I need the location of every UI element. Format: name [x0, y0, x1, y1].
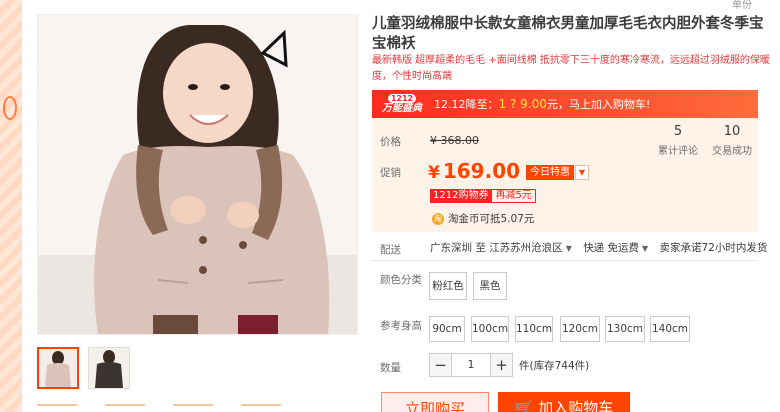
share-item[interactable] — [241, 404, 281, 412]
subtitle-red: 最新韩版 超厚超柔的毛毛 +面间线棉 抵抗零下三十度的寒冷寒流，远远超过羽绒服的… — [372, 55, 770, 82]
coupon-badge[interactable]: 1212购物券 再减5元 — [430, 189, 536, 203]
promo-prefix: 12.12降至： — [434, 98, 499, 111]
side-badge-icon — [3, 96, 17, 120]
promo-price: 1 ? 9.00 — [498, 97, 547, 111]
size-option-120[interactable]: 120cm — [560, 316, 600, 342]
original-price: ¥ 368.00 — [430, 134, 479, 147]
promo-logo-top: 1212 — [387, 93, 417, 103]
size-label: 参考身高 — [380, 320, 422, 332]
reviews-count: 5 — [673, 124, 683, 139]
caret-down-icon: ▼ — [642, 244, 649, 253]
size-option-110[interactable]: 110cm — [515, 316, 553, 342]
product-title: 儿童羽绒棉服中长款女童棉衣男童加厚毛毛衣内胆外套冬季宝宝棉袄 — [372, 16, 764, 52]
reviews-label: 累计评论 — [658, 146, 698, 157]
promo-text: 12.12降至：1 ? 9.00元，马上加入购物车! — [434, 96, 650, 112]
share-item[interactable] — [37, 404, 77, 412]
shipping-label: 配送 — [380, 244, 401, 256]
ship-to-label: 至 — [475, 242, 486, 254]
share-item[interactable] — [173, 404, 213, 412]
product-subtitle: 最新韩版 超厚超柔的毛毛 +面间线棉 抵抗零下三十度的寒冷寒流，远远超过羽绒服的… — [372, 53, 772, 85]
divider — [372, 260, 758, 261]
product-page: 单份 儿童羽绒棉服中长款女童棉衣男童加厚毛毛衣内胆外套冬季宝宝棉袄 最新韩版 超… — [0, 0, 780, 412]
share-item[interactable] — [105, 404, 145, 412]
size-option-90[interactable]: 90cm — [429, 316, 465, 342]
promo-suffix: 元，马上加入购物车! — [546, 98, 651, 111]
coin-icon: 淘 — [432, 212, 444, 225]
coupon-discount: 再减5元 — [491, 189, 536, 203]
sales-stat: 10 交易成功 — [702, 124, 762, 157]
thumbnail-strip — [37, 347, 130, 389]
quantity-increment-button[interactable]: + — [490, 353, 513, 377]
girl-in-coat-illustration — [38, 15, 357, 334]
size-option-100[interactable]: 100cm — [471, 316, 509, 342]
add-to-cart-button[interactable]: 🛒 加入购物车 — [498, 392, 630, 412]
ship-to-select[interactable]: 江苏苏州沧浪区 — [489, 242, 563, 254]
thumbnail-1[interactable] — [37, 347, 79, 389]
chevron-down-icon[interactable]: ▼ — [575, 165, 589, 180]
thumbnail-1-image — [39, 349, 77, 387]
quantity-label: 数量 — [380, 362, 401, 374]
promo-label: 促销 — [380, 167, 401, 179]
double-12-logo: 1212 万能盛典 — [376, 91, 428, 117]
corner-label: 单份 — [732, 0, 752, 11]
stock-text: 件(库存744件) — [519, 360, 590, 372]
currency-symbol: ¥ — [428, 163, 440, 183]
sales-label: 交易成功 — [712, 146, 752, 157]
promo-logo-bottom: 万能盛典 — [382, 102, 422, 114]
caret-down-icon: ▼ — [565, 244, 572, 253]
shipping-info: 广东深圳 至 江苏苏州沧浪区 ▼ 快递 免运费 ▼ 卖家承诺72小时内发货 — [430, 240, 767, 255]
size-option-140[interactable]: 140cm — [650, 316, 690, 342]
current-price-value: 169.00 — [442, 159, 521, 183]
current-price: ¥169.00 — [428, 159, 520, 183]
promo-side-strip — [0, 0, 22, 412]
reviews-stat[interactable]: 5 累计评论 — [648, 124, 708, 157]
color-option-pink[interactable]: 粉红色 — [429, 272, 467, 300]
main-product-image[interactable] — [37, 14, 358, 335]
color-label: 颜色分类 — [380, 274, 422, 286]
taojin-coin-row: 淘 淘金币可抵5.07元 — [432, 211, 534, 226]
quantity-input[interactable]: 1 — [452, 353, 490, 377]
buy-now-button[interactable]: 立即购买 — [381, 392, 489, 412]
color-option-black[interactable]: 黑色 — [473, 272, 507, 300]
ship-promise: 卖家承诺72小时内发货 — [659, 242, 768, 254]
quantity-decrement-button[interactable]: − — [429, 353, 452, 377]
promo-banner[interactable]: 1212 万能盛典 12.12降至：1 ? 9.00元，马上加入购物车! — [372, 90, 758, 118]
thumbnail-2-image — [89, 348, 129, 388]
add-to-cart-label: 加入购物车 — [538, 399, 614, 412]
taojin-text: 淘金币可抵5.07元 — [448, 213, 535, 225]
coupon-name: 1212购物券 — [430, 189, 492, 203]
sales-count: 10 — [723, 124, 741, 139]
today-special-tag: 今日特惠 — [526, 165, 574, 180]
thumbnail-2[interactable] — [88, 347, 130, 389]
share-row — [37, 404, 281, 412]
cart-icon: 🛒 — [514, 399, 534, 412]
size-option-130[interactable]: 130cm — [605, 316, 645, 342]
price-label: 价格 — [380, 136, 401, 148]
ship-method[interactable]: 快递 免运费 — [583, 242, 639, 254]
ship-from: 广东深圳 — [430, 242, 472, 254]
